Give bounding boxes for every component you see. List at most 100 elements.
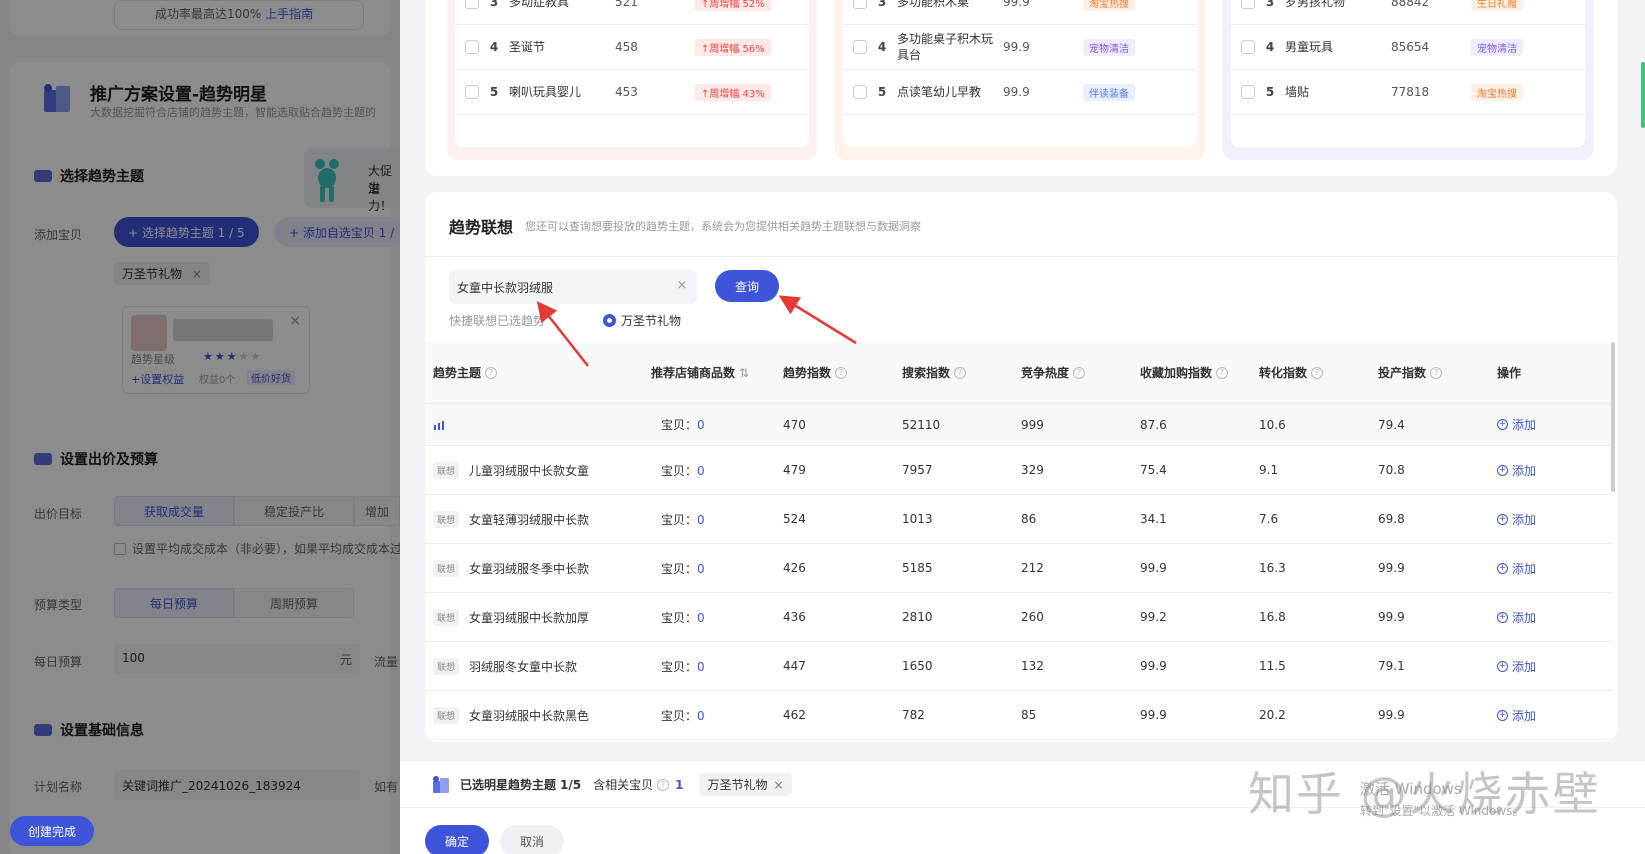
row-checkbox[interactable] [853,0,867,9]
help-icon[interactable]: ? [1216,366,1229,379]
add-circle-icon[interactable]: + [1497,562,1508,574]
rank-row[interactable]: 4 男童玩具 85654 宠物清洁 [1231,25,1585,70]
clear-icon[interactable]: × [675,279,689,293]
help-icon[interactable]: ? [657,778,670,791]
association-desc: 您还可以查询想要投放的趋势主题，系统会为您提供相关趋势主题联想与数据洞察 [525,220,921,233]
help-icon[interactable]: ? [835,366,848,379]
cell-action: + 添加 [1497,609,1597,626]
create-done-button[interactable]: 创建完成 [10,816,94,846]
cell-goods: 宝贝：0 [661,658,783,675]
rank-number: 3 [1265,0,1275,9]
cell-action: + 添加 [1497,462,1597,479]
rank-row[interactable]: 5 点读笔幼儿早教 99.9 伴读装备 [843,70,1197,115]
row-checkbox[interactable] [465,40,479,54]
table-scrollbar[interactable] [1611,342,1615,492]
goods-count[interactable]: 0 [697,611,705,625]
query-button[interactable]: 查询 [715,270,779,302]
add-circle-icon[interactable]: + [1497,660,1508,672]
rank-row[interactable]: 5 墙贴 77818 淘宝热搜 [1231,70,1585,115]
goods-count[interactable]: 0 [697,418,705,432]
col-goods[interactable]: 推荐店铺商品数 ⇅ [651,364,783,381]
goods-count[interactable]: 0 [697,660,705,674]
help-icon[interactable]: ? [1311,366,1324,379]
add-label: 添加 [1512,708,1537,723]
add-button[interactable]: + 添加 [1497,707,1597,724]
trend-table: 趋势主题? 推荐店铺商品数 ⇅ 趋势指数? 搜索指数? 竞争热度? 收藏加购指数?… [425,342,1613,740]
cell-theme: 联想 女童羽绒服中长款加厚 [425,608,665,626]
add-circle-icon[interactable]: + [1497,709,1508,721]
chip-close-icon[interactable]: × [774,778,784,792]
goods-count[interactable]: 0 [697,709,705,723]
add-button[interactable]: + 添加 [1497,511,1597,528]
help-icon[interactable]: ? [1073,366,1086,379]
assoc-tag: 联想 [433,559,460,577]
cell-action: + 添加 [1497,707,1597,724]
row-checkbox[interactable] [465,85,479,99]
help-icon[interactable]: ? [485,366,498,379]
theme-name: 女童羽绒服中长款加厚 [469,610,590,625]
cell-trend: 479 [783,463,806,477]
rank-value: 99.9 [1003,40,1030,54]
cell-roi: 99.9 [1378,708,1405,722]
help-icon[interactable]: ? [1430,366,1443,379]
add-button[interactable]: + 添加 [1497,416,1597,433]
cell-search: 1013 [902,512,933,526]
add-circle-icon[interactable]: + [1497,513,1508,525]
goods-count[interactable]: 0 [697,464,705,478]
add-button[interactable]: + 添加 [1497,560,1597,577]
cell-action: + 添加 [1497,658,1597,675]
rank-name: 岁男孩礼物 [1285,0,1346,9]
rank-row[interactable]: 4 圣诞节 458 ↑周增幅 56% [455,25,809,70]
cell-trend: 524 [783,512,806,526]
goods-count[interactable]: 0 [697,513,705,527]
table-row: 联想 女童轻薄羽绒服中长款 宝贝：0 524 1013 86 34.1 7.6 69.8 + 添加 [425,495,1613,544]
row-checkbox[interactable] [1241,85,1255,99]
confirm-button[interactable]: 确定 [425,825,489,854]
cell-conv: 11.5 [1259,659,1286,673]
rank-list-search: 3 岁男孩礼物 88842 生日礼赠 4 男童玩具 85654 宠物清洁 5 墙贴 77818 淘宝热… [1223,0,1593,160]
trend-association-card: 趋势联想 您还可以查询想要投放的趋势主题，系统会为您提供相关趋势主题联想与数据洞… [425,192,1617,742]
cancel-button[interactable]: 取消 [500,825,564,854]
add-button[interactable]: + 添加 [1497,609,1597,626]
row-checkbox[interactable] [1241,40,1255,54]
cell-goods: 宝贝：0 [661,462,783,479]
help-icon[interactable]: ? [954,366,967,379]
cell-trend: 470 [783,417,806,432]
radio-selected-icon[interactable] [603,314,616,327]
left-config-panel: 成功率最高达100% 上手指南 推广方案设置-趋势明星 大数据挖掘符合店铺的趋势… [0,0,409,854]
rank-row[interactable]: 3 岁男孩礼物 88842 生日礼赠 [1231,0,1585,25]
windows-activate-sub: 转到"设置"以激活 Windows。 [1360,804,1525,818]
cell-conv: 7.6 [1259,512,1279,526]
cell-goods: 宝贝：0 [661,416,783,433]
rank-row[interactable]: 4 多功能桌子积木玩具台 99.9 宠物清洁 [843,25,1197,70]
cell-fav: 99.9 [1140,659,1167,673]
selected-theme-chip[interactable]: 万圣节礼物 × [699,773,792,796]
rank-tag: 生日礼赠 [1471,0,1523,11]
add-label: 添加 [1512,610,1537,625]
cell-roi: 99.9 [1378,610,1405,624]
cell-compete: 260 [1021,610,1044,624]
add-label: 添加 [1512,561,1537,576]
cell-search: 5185 [902,561,933,575]
row-checkbox[interactable] [465,0,479,9]
cell-conv: 20.2 [1259,708,1286,722]
quick-assoc-radio[interactable]: 万圣节礼物 [603,312,681,329]
add-button[interactable]: + 添加 [1497,462,1597,479]
assoc-tag: 联想 [433,461,460,479]
row-checkbox[interactable] [853,85,867,99]
add-circle-icon[interactable]: + [1497,464,1508,476]
cell-trend: 447 [783,659,806,673]
row-checkbox[interactable] [1241,0,1255,9]
add-label: 添加 [1512,512,1537,527]
search-input[interactable] [449,270,669,304]
sort-icon[interactable]: ⇅ [739,366,749,380]
add-circle-icon[interactable]: + [1497,611,1508,623]
header-label: 趋势主题 [433,366,482,380]
rank-row[interactable]: 3 多动症教具 521 ↑周增幅 52% [455,0,809,25]
rank-row[interactable]: 5 喇叭玩具婴儿 453 ↑周增幅 43% [455,70,809,115]
goods-count[interactable]: 0 [697,562,705,576]
row-checkbox[interactable] [853,40,867,54]
add-button[interactable]: + 添加 [1497,658,1597,675]
add-circle-icon[interactable]: + [1497,419,1508,430]
rank-row[interactable]: 3 多功能积木桌 99.9 淘宝热搜 [843,0,1197,25]
